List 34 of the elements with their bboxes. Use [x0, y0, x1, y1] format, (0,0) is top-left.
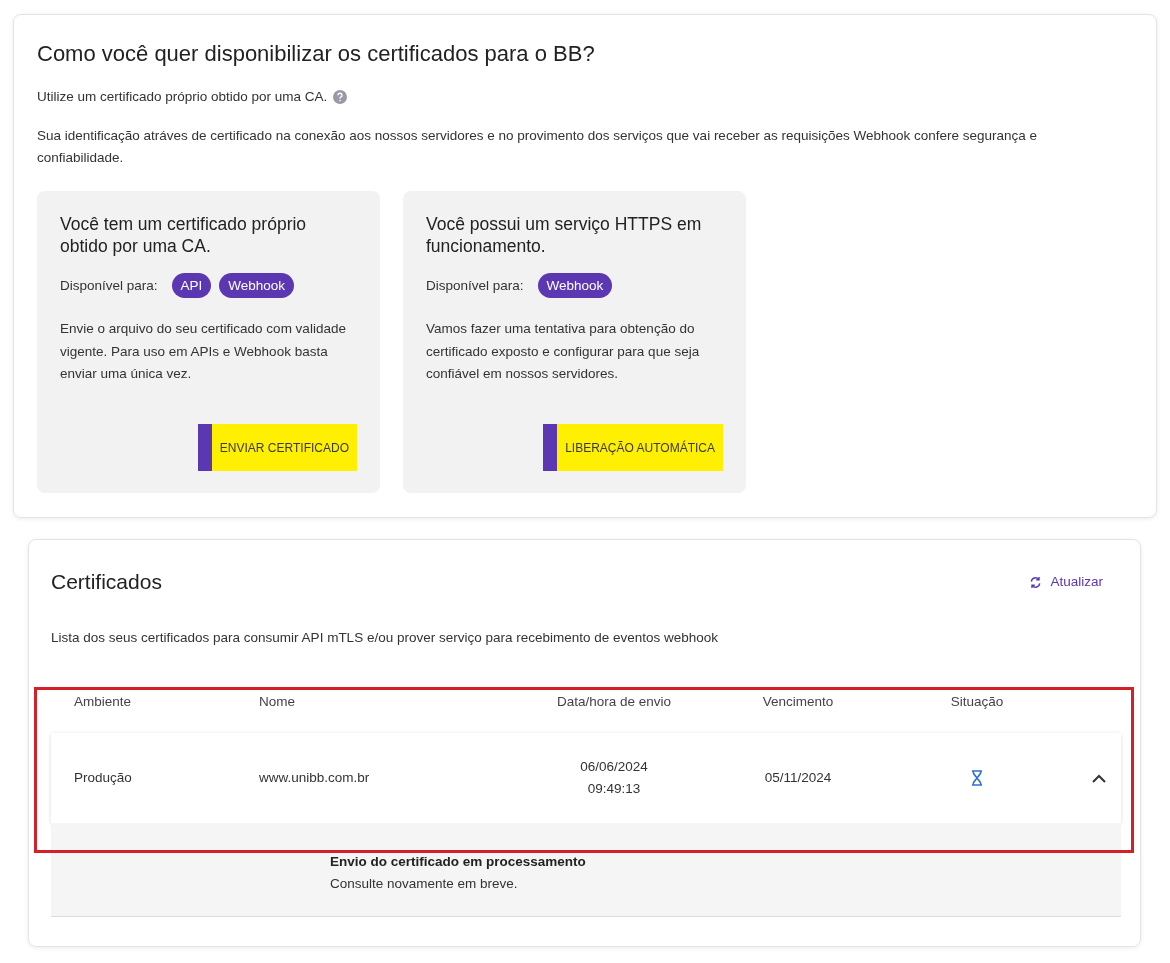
- tag: Webhook: [537, 273, 613, 299]
- hourglass-icon: [971, 770, 983, 786]
- column-header: Vencimento: [761, 693, 835, 712]
- option-title: Você possui um serviço HTTPS em funcionamento.: [426, 213, 703, 258]
- description-text: Lista dos seus certificados para consumir API mTLS e/ou prover serviço para recebimento de eventos webhook: [51, 628, 720, 647]
- table-cell-text: 05/11/2024: [763, 768, 833, 787]
- action-button[interactable]: LIBERAÇÃO AUTOMÁTICA: [543, 424, 723, 472]
- table-cell-text: www.unibb.com.br: [259, 768, 371, 787]
- column-header: Situação: [949, 693, 1005, 712]
- available-label: Disponível para:: [60, 276, 158, 295]
- table-cell-text: Produção: [73, 768, 133, 787]
- help-icon[interactable]: [333, 90, 348, 105]
- column-header: Ambiente: [73, 693, 133, 712]
- tag: API: [171, 273, 212, 299]
- action-button[interactable]: ENVIAR CERTIFICADO: [197, 424, 357, 472]
- chevron-up-icon[interactable]: [1092, 773, 1106, 783]
- tag: Webhook: [219, 273, 295, 299]
- detail-title: Envio do certificado em processamento: [330, 853, 587, 871]
- table-row[interactable]: Produção www.unibb.com.br 06/06/2024 09:49:13 05/11/2024: [51, 733, 1121, 823]
- column-header: Nome: [259, 693, 296, 712]
- refresh-icon: [1029, 575, 1043, 589]
- section-title: Certificados: [51, 569, 162, 596]
- detail-text: Consulte novamente em breve.: [330, 875, 519, 893]
- section-title: Como você quer disponibilizar os certificados para o BB?: [37, 40, 596, 68]
- refresh-button[interactable]: Atualizar: [1029, 571, 1103, 593]
- table-cell-text: 09:49:13: [587, 780, 641, 798]
- subtitle-text: Utilize um certificado próprio obtido por uma CA.: [37, 88, 328, 106]
- table-cell-text: 06/06/2024: [580, 758, 648, 776]
- description-text: Sua identificação atráves de certificado na conexão aos nossos servidores e no provimento dos serviços que vai receber as requisições Webhook confere segurança e confiabilidade.: [37, 127, 1039, 168]
- column-header: Data/hora de envio: [555, 693, 673, 712]
- option-text: Vamos fazer uma tentativa para obtenção do certificado exposto e configurar para que seja confiável em nossos servidores.: [426, 320, 701, 384]
- available-label: Disponível para:: [426, 276, 524, 295]
- option-text: Envie o arquivo do seu certificado com validade vigente. Para uso em APIs e Webhook basta enviar uma única vez.: [60, 320, 347, 384]
- option-title: Você tem um certificado próprio obtido por uma CA.: [60, 213, 308, 258]
